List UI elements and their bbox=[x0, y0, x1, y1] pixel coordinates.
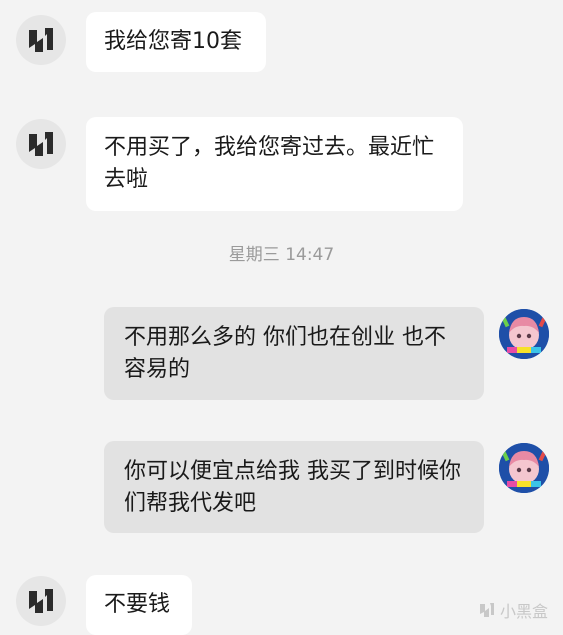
brand-logo-icon bbox=[29, 589, 53, 613]
message-bubble[interactable]: 我给您寄10套 bbox=[86, 12, 266, 72]
anime-character-icon bbox=[499, 309, 549, 359]
user-avatar[interactable] bbox=[499, 443, 549, 493]
watermark-text: 小黑盒 bbox=[500, 602, 549, 621]
brand-logo-icon bbox=[29, 132, 53, 156]
message-bubble[interactable]: 不要钱 bbox=[86, 575, 192, 635]
message-bubble[interactable]: 不用那么多的 你们也在创业 也不容易的 bbox=[104, 307, 484, 400]
box-logo-icon bbox=[480, 603, 494, 617]
watermark: 小黑盒 bbox=[478, 598, 548, 622]
chat-conversation: 我给您寄10套 不用买了，我给您寄过去。最近忙去啦 星期三 14:47 不用那么… bbox=[0, 0, 563, 635]
message-bubble[interactable]: 你可以便宜点给我 我买了到时候你们帮我代发吧 bbox=[104, 441, 484, 533]
user-avatar[interactable] bbox=[499, 309, 549, 359]
anime-character-icon bbox=[499, 443, 549, 493]
message-bubble[interactable]: 不用买了，我给您寄过去。最近忙去啦 bbox=[86, 117, 463, 211]
message-timestamp: 星期三 14:47 bbox=[228, 245, 335, 265]
brand-logo-avatar[interactable] bbox=[16, 576, 66, 626]
brand-logo-avatar[interactable] bbox=[16, 119, 66, 169]
brand-logo-avatar[interactable] bbox=[16, 15, 66, 65]
brand-logo-icon bbox=[29, 28, 53, 52]
